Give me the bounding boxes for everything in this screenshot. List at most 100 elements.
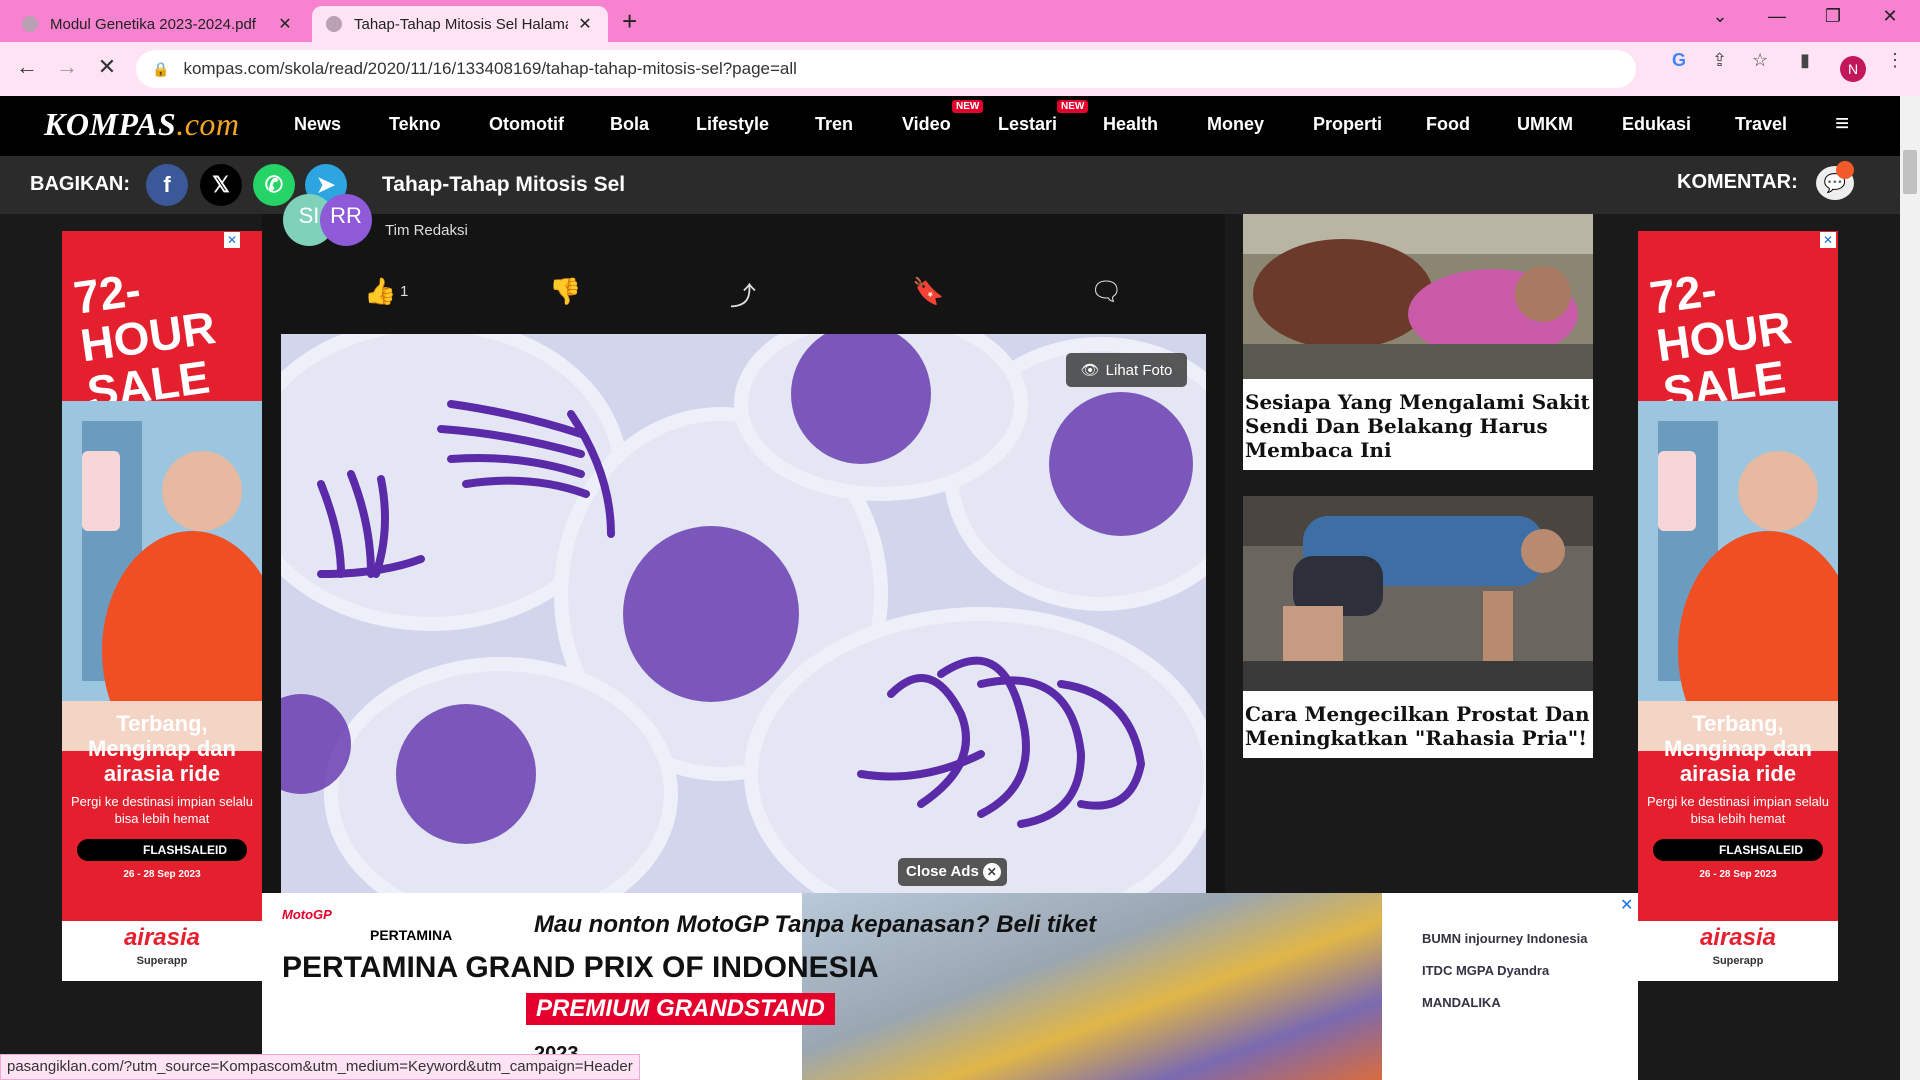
restore-icon[interactable]: ❐ (1813, 6, 1853, 27)
close-tab-icon[interactable]: ✕ (576, 14, 594, 34)
ad-close-icon[interactable]: ✕ (224, 232, 240, 248)
card-image (1243, 496, 1593, 691)
comment-icon[interactable]: 🗨 (1090, 276, 1123, 307)
lihat-foto-button[interactable]: 👁 Lihat Foto (1066, 353, 1187, 387)
ad-close-icon[interactable]: ✕ (1820, 232, 1836, 248)
nav-properti[interactable]: Properti (1313, 114, 1382, 135)
new-tab-button[interactable]: + (622, 8, 637, 34)
premium-grandstand-label: PREMIUM GRANDSTAND (526, 993, 835, 1025)
ad-headline: 72-HOUR SALE (1646, 263, 1795, 419)
nav-news[interactable]: News (294, 114, 341, 135)
tab-list-icon[interactable]: ⌄ (1700, 6, 1740, 27)
nav-food[interactable]: Food (1426, 114, 1470, 135)
bookmark-star-icon[interactable]: ☆ (1752, 50, 1768, 71)
bookmark-icon[interactable]: 🔖 (912, 276, 944, 307)
ad-promo-code: FLASHSALEID (77, 839, 247, 861)
close-window-icon[interactable]: ✕ (1870, 6, 1910, 27)
tab-bar: Modul Genetika 2023-2024.pdf ✕ Tahap-Tah… (0, 0, 1920, 42)
sponsor-itdc: ITDC (1422, 963, 1453, 978)
card-caption[interactable]: Sesiapa Yang Mengalami Sakit Sendi Dan B… (1243, 384, 1593, 470)
notification-dot (1836, 161, 1854, 179)
superapp-label: Superapp (136, 955, 188, 967)
new-badge: NEW (1057, 100, 1089, 113)
sponsor-injourney: injourney (1464, 931, 1524, 946)
like-icon[interactable]: 👍 (364, 276, 396, 307)
ad-headline: Mau nonton MotoGP Tanpa kepanasan? Beli … (534, 911, 1097, 938)
nav-bola[interactable]: Bola (610, 114, 649, 135)
side-panel-icon[interactable]: ▮ (1800, 50, 1810, 71)
hamburger-menu-icon[interactable]: ≡ (1835, 110, 1849, 138)
nav-lestari[interactable]: Lestari (998, 114, 1057, 135)
nav-tren[interactable]: Tren (815, 114, 853, 135)
share-bar: BAGIKAN: f 𝕏 ✆ ➤ Tahap-Tahap Mitosis Sel… (0, 156, 1900, 214)
close-ads-button[interactable]: Close Ads ✕ (898, 858, 1007, 886)
close-tab-icon[interactable]: ✕ (276, 14, 294, 34)
address-bar[interactable]: 🔒 kompas.com/skola/read/2020/11/16/13340… (136, 50, 1636, 88)
ad-model-image (1638, 401, 1838, 771)
bottom-ad-banner[interactable]: MotoGP PERTAMINA PERTAMINA GRAND PRIX OF… (262, 893, 1638, 1080)
tab-modul-genetika[interactable]: Modul Genetika 2023-2024.pdf ✕ (8, 6, 308, 42)
lock-icon[interactable]: 🔒 (152, 61, 169, 78)
ad-tagline: Terbang, Menginap dan airasia ride (88, 711, 236, 786)
forward-icon[interactable]: → (52, 54, 82, 80)
ad-close-icon[interactable]: ✕ (1620, 895, 1633, 915)
whatsapp-icon[interactable]: ✆ (253, 164, 295, 206)
eye-icon: 👁 (1080, 362, 1100, 379)
share-icon[interactable]: ⇪ (1712, 50, 1727, 71)
profile-avatar[interactable]: N (1840, 56, 1866, 82)
pertamina-logo: PERTAMINA (370, 927, 453, 943)
mitosis-cells-image (281, 334, 1206, 894)
google-icon[interactable]: G (1672, 50, 1686, 71)
nav-otomotif[interactable]: Otomotif (489, 114, 564, 135)
kompas-logo[interactable]: KOMPAS.com (44, 106, 240, 143)
tab-mitosis[interactable]: Tahap-Tahap Mitosis Sel Halaman ✕ (312, 6, 608, 42)
ad-dates: 26 - 28 Sep 2023 (1699, 869, 1777, 880)
ad-model-image (62, 401, 262, 771)
scrollbar-thumb[interactable] (1903, 150, 1917, 194)
author-avatar[interactable]: RR (320, 194, 372, 246)
nav-health[interactable]: Health (1103, 114, 1158, 135)
menu-kebab-icon[interactable]: ⋮ (1886, 50, 1904, 71)
share-label: BAGIKAN: (30, 173, 130, 195)
left-ad-banner[interactable]: 72-HOUR SALE Terbang, Menginap dan airas… (62, 231, 262, 981)
minimize-icon[interactable]: — (1757, 6, 1797, 27)
url-text: kompas.com/skola/read/2020/11/16/1334081… (183, 59, 797, 78)
new-badge: NEW (952, 100, 984, 113)
article-photo[interactable] (281, 334, 1206, 894)
sponsor-indonesia: Indonesia (1526, 931, 1588, 946)
author-label[interactable]: Tim Redaksi (385, 222, 468, 239)
like-count: 1 (400, 283, 409, 300)
site-navigation: KOMPAS.com News Tekno Otomotif Bola Life… (0, 96, 1900, 156)
nav-umkm[interactable]: UMKM (1517, 114, 1573, 135)
sidebar-card[interactable]: Cara Mengecilkan Prostat Dan Meningkatka… (1243, 496, 1593, 758)
share-article-icon[interactable]: ⤴ (730, 276, 756, 313)
nav-video[interactable]: Video (902, 114, 951, 135)
nav-tekno[interactable]: Tekno (389, 114, 441, 135)
page-scrollbar[interactable] (1900, 96, 1920, 1080)
ad-dates: 26 - 28 Sep 2023 (123, 869, 201, 880)
right-ad-banner[interactable]: 72-HOUR SALE Terbang, Menginap dan airas… (1638, 231, 1838, 981)
facebook-icon[interactable]: f (146, 164, 188, 206)
comment-label: KOMENTAR: (1677, 171, 1798, 193)
browser-toolbar: ← → ✕ 🔒 kompas.com/skola/read/2020/11/16… (0, 42, 1920, 96)
tab-title: Tahap-Tahap Mitosis Sel Halaman (354, 15, 568, 33)
nav-travel[interactable]: Travel (1735, 114, 1787, 135)
card-caption[interactable]: Cara Mengecilkan Prostat Dan Meningkatka… (1243, 696, 1593, 758)
dislike-icon[interactable]: 👎 (549, 276, 581, 307)
back-icon[interactable]: ← (12, 54, 42, 80)
sponsor-bumn: BUMN (1422, 931, 1461, 946)
close-ads-label: Close Ads (906, 863, 979, 880)
x-twitter-icon[interactable]: 𝕏 (200, 164, 242, 206)
logo-text: KOMPAS (44, 106, 177, 142)
nav-money[interactable]: Money (1207, 114, 1264, 135)
event-title: PERTAMINA GRAND PRIX OF INDONESIA (282, 951, 879, 984)
sidebar-card[interactable]: Sesiapa Yang Mengalami Sakit Sendi Dan B… (1243, 214, 1593, 470)
ad-headline: 72-HOUR SALE (70, 263, 219, 419)
tab-title: Modul Genetika 2023-2024.pdf (50, 15, 256, 33)
sponsor-logos: BUMN injourney Indonesia ITDC MGPA Dyand… (1422, 923, 1622, 1019)
nav-edukasi[interactable]: Edukasi (1622, 114, 1691, 135)
stop-loading-icon[interactable]: ✕ (92, 54, 122, 80)
card-image (1243, 214, 1593, 379)
ad-brand: airasia Superapp (62, 921, 262, 981)
nav-lifestyle[interactable]: Lifestyle (696, 114, 769, 135)
